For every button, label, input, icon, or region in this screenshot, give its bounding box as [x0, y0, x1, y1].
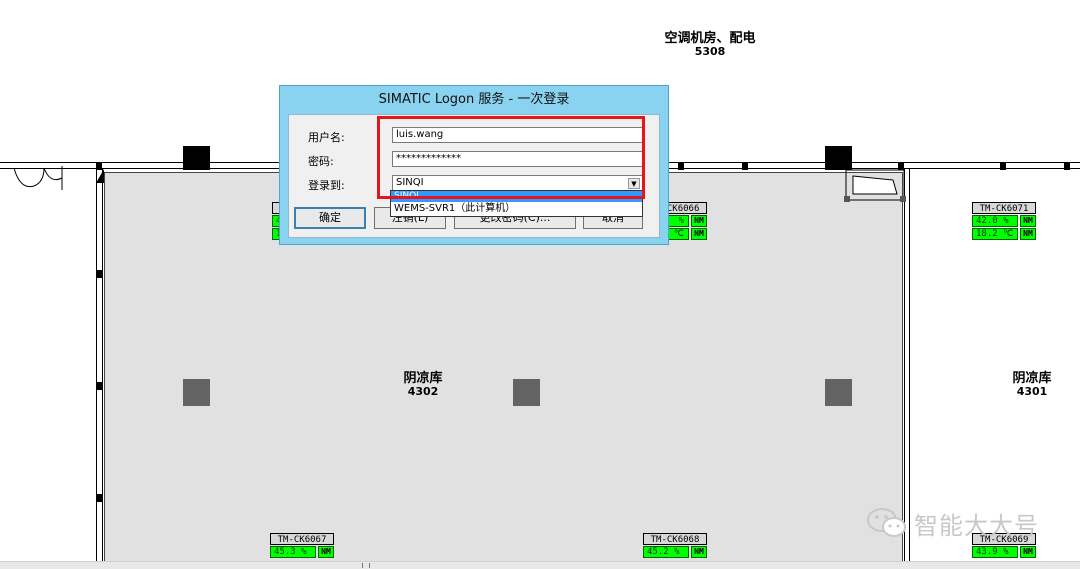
room-label-right: 阴凉库 4301: [982, 372, 1080, 398]
watermark-text: 智能大大号: [914, 511, 1039, 540]
wall-marker: [742, 162, 748, 170]
watermark: 智能大大号: [866, 505, 1039, 541]
column-block: [825, 146, 852, 170]
sensor-id: TM-CK6067: [270, 533, 334, 545]
highlight-box: [377, 116, 645, 199]
sensor-humidity: 43.9 %: [972, 546, 1018, 558]
username-label: 用户名:: [308, 131, 345, 144]
room-code: 4302: [407, 385, 439, 398]
sensor-humidity: 42.0 %: [972, 215, 1018, 227]
wall-marker: [96, 270, 103, 278]
wall-left-inner: [102, 169, 103, 569]
room-name: 阴凉库: [1012, 371, 1052, 386]
dropdown-option[interactable]: WEMS-SVR1（此计算机）: [391, 202, 642, 216]
sensor-status: NM: [1020, 215, 1036, 227]
pillar: [513, 379, 540, 406]
horizontal-scrollbar[interactable]: [0, 561, 1080, 569]
wall-marker: [1064, 162, 1070, 170]
sensor-temperature: 18.2 ℃: [972, 228, 1018, 240]
door-fixture-icon: [844, 169, 906, 202]
pillar: [183, 379, 210, 406]
column-block: [183, 146, 210, 170]
sensor-status: NM: [691, 215, 707, 227]
corner-marker-icon: [96, 169, 104, 183]
pillar: [825, 379, 852, 406]
sensor-id: TM-CK6071: [972, 202, 1036, 214]
sensor-humidity: 45.3 %: [270, 546, 316, 558]
sensor-status: NM: [691, 546, 707, 558]
scrollbar-grip-icon: [362, 563, 370, 568]
wall-marker: [1000, 162, 1006, 170]
wall-marker: [96, 494, 103, 502]
wall-marker: [678, 162, 684, 170]
room-name: 空调机房、配电: [664, 31, 756, 46]
sensor-tag[interactable]: TM-CK6071 42.0 % NM 18.2 ℃ NM: [972, 202, 1036, 240]
sensor-status: NM: [691, 228, 707, 240]
wechat-icon: [867, 508, 906, 537]
dialog-title: SIMATIC Logon 服务 - 一次登录: [378, 92, 570, 107]
domain-label: 登录到:: [308, 179, 345, 192]
room-code: 4301: [1016, 385, 1048, 398]
sensor-humidity: 45.2 %: [643, 546, 689, 558]
wall-marker: [96, 382, 103, 390]
wall-left-outer: [96, 169, 97, 569]
room-label-top: 空调机房、配电 5308: [650, 32, 770, 58]
room-label-center: 阴凉库 4302: [373, 372, 473, 398]
sensor-status: NM: [1020, 228, 1036, 240]
sensor-status: NM: [318, 546, 334, 558]
password-label: 密码:: [308, 155, 334, 168]
ok-button[interactable]: 确定: [294, 207, 366, 229]
sensor-id: TM-CK6068: [643, 533, 707, 545]
room-name: 阴凉库: [403, 371, 443, 386]
room-code: 5308: [694, 45, 726, 58]
sensor-tag[interactable]: TM-CK6068 45.2 % NM: [643, 533, 707, 558]
sensor-tag[interactable]: TM-CK6067 45.3 % NM: [270, 533, 334, 558]
door-swing-icon: [13, 166, 63, 190]
sensor-status: NM: [1020, 546, 1036, 558]
